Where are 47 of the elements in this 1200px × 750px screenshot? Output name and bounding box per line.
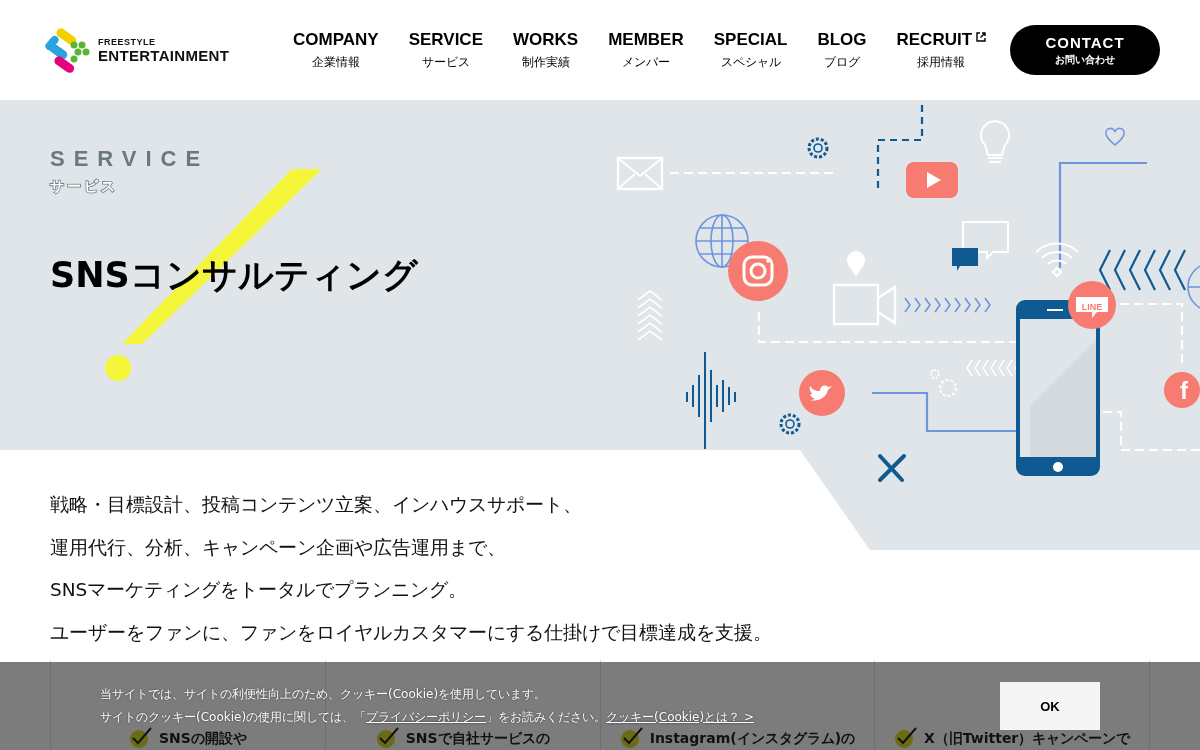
wifi-icon [1035, 242, 1079, 278]
external-link-icon [976, 32, 987, 42]
intro-text: ユーザーをファンに、ファンをロイヤルカスタマーにする仕掛けで目標達成を支援。 [50, 620, 772, 645]
cookie-policy-text: サイトのクッキー(Cookie)の使用に関しては、「プライバシーポリシー」をお読みください。クッキー(Cookie)とは？ > [100, 709, 755, 726]
intro-text: SNSマーケティングをトータルでプランニング。 [50, 578, 468, 602]
globe-icon [695, 214, 749, 268]
logo-wordmark: ENTERTAINMENT [98, 46, 230, 64]
video-camera-icon [832, 283, 897, 326]
check-icon [619, 726, 644, 748]
privacy-policy-link[interactable]: プライバシーポリシー [366, 710, 487, 724]
heart-icon [1105, 127, 1125, 146]
logo-small-text: FREESTYLE [98, 36, 157, 47]
camera-icon [728, 241, 788, 301]
nav-link[interactable]: WORKS 制作実績 [497, 30, 594, 70]
section-label: SERVICE [50, 146, 210, 172]
nav-link[interactable]: MEMBER メンバー [593, 30, 699, 70]
card-title: X（旧Twitter）キャンペーンで [923, 730, 1131, 748]
nav-link[interactable]: BLOG ブログ [802, 30, 882, 70]
card-title: SNSの開設や [158, 730, 247, 748]
card-title: SNSで自社サービスの [405, 730, 550, 748]
sound-wave-icon [686, 351, 736, 450]
cookie-info-link[interactable]: クッキー(Cookie)とは？ > [606, 710, 755, 724]
light-bulb-icon [980, 120, 1010, 163]
card-title: Instagram(インスタグラム)の [649, 730, 856, 748]
ok-button[interactable]: OK [1000, 682, 1100, 730]
check-icon [128, 726, 153, 748]
cookie-notice-text: 当サイトでは、サイトの利便性向上のため、クッキー(Cookie)を使用しています。 [100, 686, 547, 703]
gear-icon [807, 137, 829, 159]
nav-link[interactable]: COMPANY 企業情報 [278, 30, 394, 70]
nav-link[interactable]: SPECIAL スペシャル [698, 30, 803, 70]
nav-link[interactable]: SERVICE サービス [393, 30, 498, 70]
gears-icon [930, 369, 957, 397]
map-pin-icon [847, 251, 865, 276]
bird-icon [799, 370, 845, 416]
letter-badge: f [1164, 372, 1200, 408]
chat-badge: LINE [1068, 281, 1116, 329]
intro-text: 戦略・目標設計、投稿コンテンツ立案、インハウスサポート、 [50, 493, 582, 517]
check-icon [893, 726, 918, 748]
gear-icon [779, 413, 801, 435]
section-label-japanese: サービス [50, 178, 118, 196]
nav-link[interactable]: RECRUIT 採用情報 [881, 30, 1002, 70]
envelope-icon [616, 156, 664, 191]
chat-bubbles-icon [952, 221, 1009, 271]
video-play-icon [906, 162, 958, 198]
contact-button[interactable]: CONTACT お問い合わせ [1010, 25, 1160, 75]
intro-text: 運用代行、分析、キャンペーン企画や広告運用まで、 [50, 535, 506, 560]
check-icon [375, 726, 400, 748]
